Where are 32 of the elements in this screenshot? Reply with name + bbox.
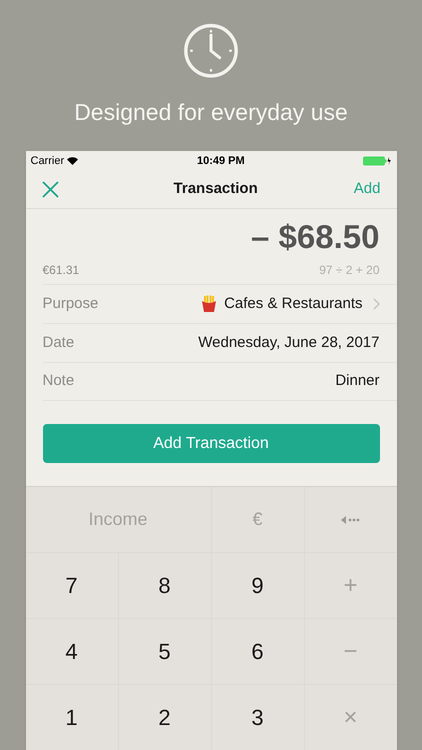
digit-key[interactable]: 5 [118, 619, 210, 684]
battery-icon [363, 156, 392, 166]
close-button[interactable] [42, 180, 60, 198]
chevron-icon [372, 298, 380, 310]
wifi-icon [67, 157, 78, 165]
status-time: 10:49 PM [196, 154, 245, 169]
digit-key[interactable]: 1 [26, 685, 118, 750]
field-label: Purpose [42, 294, 98, 314]
digit-key[interactable]: 9 [212, 553, 304, 618]
form-row[interactable]: Note Dinner [42, 362, 396, 401]
field-value: Cafes & Restaurants [224, 294, 362, 314]
nav-title: Transaction [174, 179, 258, 200]
backspace-icon [340, 516, 360, 524]
headline: Designed for everyday use [74, 98, 348, 127]
field-value: Dinner [335, 371, 380, 392]
digit-key[interactable]: 6 [212, 619, 304, 684]
expression: 97 ÷ 2 + 20 [319, 262, 380, 279]
form-row[interactable]: Date Wednesday, June 28, 2017 [42, 323, 396, 362]
digit-key[interactable]: 2 [118, 685, 210, 750]
digit-key[interactable]: 3 [212, 685, 304, 750]
converted-amount: €61.31 [42, 262, 80, 279]
carrier-label: Carrier [30, 154, 64, 169]
fries-icon [200, 295, 218, 313]
field-label: Date [42, 332, 74, 353]
amount-value: – $68.50 [250, 217, 380, 257]
field-label: Note [42, 371, 74, 392]
form-row[interactable]: Purpose Cafes & Restaurants [42, 284, 396, 323]
close-icon [42, 181, 59, 198]
digit-key[interactable]: 4 [26, 619, 118, 684]
digit-key[interactable]: 7 [26, 553, 118, 618]
field-value: Wednesday, June 28, 2017 [198, 332, 380, 353]
digit-key[interactable]: 8 [118, 553, 210, 618]
